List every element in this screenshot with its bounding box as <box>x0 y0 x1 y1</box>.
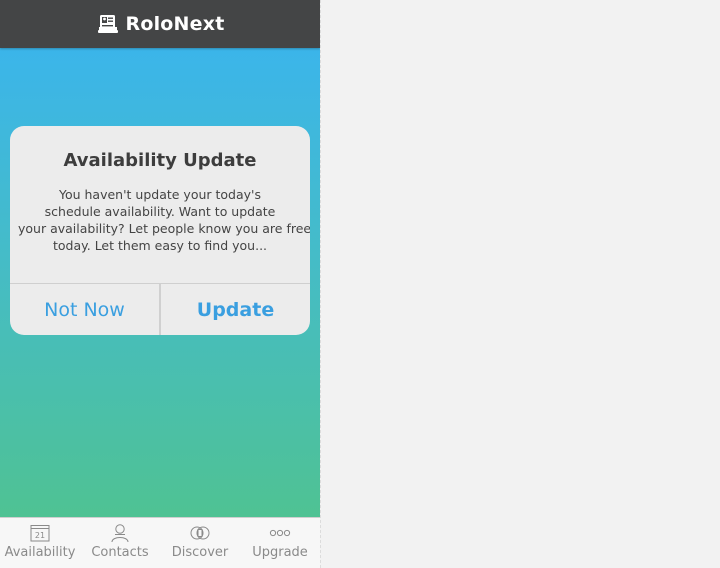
tab-label-availability: Availability <box>4 545 76 560</box>
tab-contacts[interactable]: Contacts <box>80 518 160 568</box>
tab-upgrade[interactable]: Upgrade <box>240 518 320 568</box>
main-content: Availability Update You haven't update y… <box>0 48 320 517</box>
dialog-actions: Not Now Update <box>10 283 310 335</box>
calendar-day-text: 21 <box>35 531 45 540</box>
tab-availability[interactable]: 21 Availability <box>0 518 80 568</box>
dialog-message-line: schedule availability. Want to update <box>44 204 276 219</box>
dialog-message-line: today. Let them easy to find you... <box>52 238 268 253</box>
tab-label-contacts: Contacts <box>91 545 149 560</box>
contact-card-icon <box>96 12 120 36</box>
app-header: RoloNext <box>0 0 320 48</box>
dialog-message-line: You haven't update your today's <box>58 187 261 202</box>
tab-label-upgrade: Upgrade <box>252 545 308 560</box>
dialog-title: Availability Update <box>63 150 257 171</box>
empty-canvas-area <box>320 0 720 568</box>
tab-discover[interactable]: Discover <box>160 518 240 568</box>
dialog-message: You haven't update your today's schedule… <box>18 186 310 254</box>
more-icon <box>269 523 291 543</box>
discover-icon <box>189 523 211 543</box>
update-button[interactable]: Update <box>161 284 310 335</box>
not-now-button[interactable]: Not Now <box>10 284 159 335</box>
tab-label-discover: Discover <box>171 545 229 560</box>
person-icon <box>109 523 131 543</box>
dialog-message-line: your availability? Let people know you a… <box>18 221 310 236</box>
availability-dialog: Availability Update You haven't update y… <box>10 126 310 335</box>
tab-bar: 21 Availability Contacts Discover Upgrad… <box>0 517 320 568</box>
app-title: RoloNext <box>125 13 225 35</box>
calendar-icon: 21 <box>29 523 51 543</box>
app-screen: RoloNext Availability Update You haven't… <box>0 0 320 568</box>
